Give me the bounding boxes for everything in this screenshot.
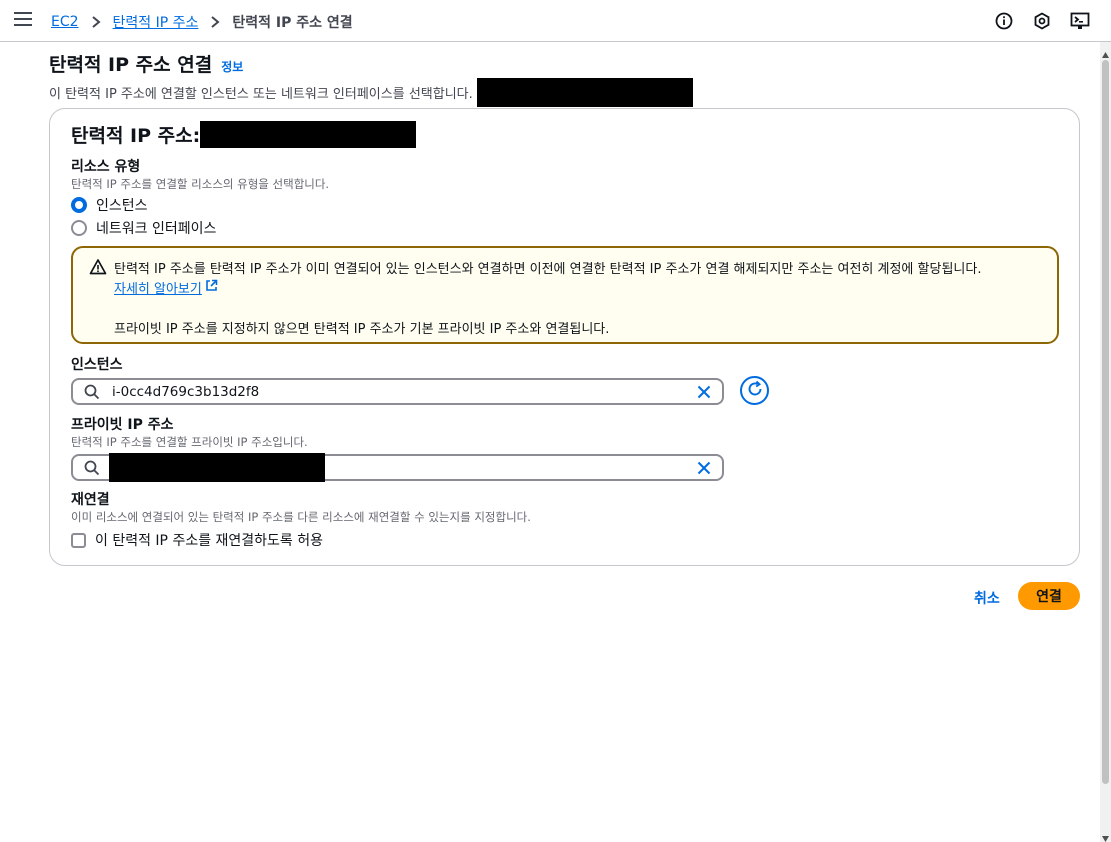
page-header: 탄력적 IP 주소 연결 정보 — [49, 50, 243, 77]
breadcrumb-elastic-ip[interactable]: 탄력적 IP 주소 — [113, 12, 199, 32]
private-ip-description: 탄력적 IP 주소를 연결할 프라이빗 IP 주소입니다. — [71, 435, 308, 449]
topbar-tools — [993, 10, 1091, 32]
info-icon[interactable] — [993, 10, 1015, 32]
menu-icon[interactable] — [14, 12, 32, 28]
reassociate-checkbox-label: 이 탄력적 IP 주소를 재연결하도록 허용 — [95, 533, 324, 549]
warning-icon — [89, 258, 107, 276]
alert-text: 탄력적 IP 주소를 탄력적 IP 주소가 이미 연결되어 있는 인스턴스와 연… — [114, 262, 982, 277]
instance-value: i-0cc4d769c3b13d2f8 — [112, 383, 260, 400]
radio-network-interface[interactable]: 네트워크 인터페이스 — [71, 218, 216, 238]
search-icon — [84, 384, 100, 400]
scrollbar-thumb[interactable] — [1102, 60, 1109, 784]
breadcrumb-current: 탄력적 IP 주소 연결 — [232, 15, 353, 31]
learn-more-link[interactable]: 자세히 알아보기 — [114, 278, 218, 297]
cancel-button[interactable]: 취소 — [968, 586, 1006, 610]
redacted-ip — [200, 121, 417, 148]
resource-type-description: 탄력적 IP 주소를 연결할 리소스의 유형을 선택합니다. — [71, 177, 330, 191]
page-description-text: 이 탄력적 IP 주소에 연결할 인스턴스 또는 네트워크 인터페이스를 선택합… — [49, 87, 473, 102]
chevron-right-icon — [89, 15, 103, 29]
clear-icon[interactable] — [696, 460, 712, 476]
radio-label: 인스턴스 — [96, 198, 148, 214]
learn-more-text[interactable]: 자세히 알아보기 — [114, 278, 202, 297]
resource-type-label: 리소스 유형 — [71, 159, 141, 175]
breadcrumb: EC2 탄력적 IP 주소 탄력적 IP 주소 연결 — [51, 12, 353, 32]
private-ip-label: 프라이빗 IP 주소 — [71, 417, 174, 433]
radio-button-checked[interactable] — [71, 197, 87, 213]
card-title: 탄력적 IP 주소: — [71, 121, 417, 148]
chevron-right-icon — [208, 15, 222, 29]
top-navigation: EC2 탄력적 IP 주소 탄력적 IP 주소 연결 — [0, 0, 1111, 42]
clear-icon[interactable] — [696, 384, 712, 400]
warning-alert: 탄력적 IP 주소를 탄력적 IP 주소가 이미 연결되어 있는 인스턴스와 연… — [71, 246, 1059, 344]
search-icon — [84, 460, 100, 476]
alert-text-secondary: 프라이빗 IP 주소를 지정하지 않으면 탄력적 IP 주소가 기본 프라이빗 … — [114, 322, 610, 337]
info-link[interactable]: 정보 — [221, 58, 243, 75]
instance-label: 인스턴스 — [71, 357, 123, 373]
elastic-ip-card: 탄력적 IP 주소: 리소스 유형 탄력적 IP 주소를 연결할 리소스의 유형… — [49, 108, 1080, 566]
scroll-up-arrow[interactable] — [1102, 46, 1109, 58]
refresh-button[interactable] — [740, 376, 769, 405]
external-link-icon — [205, 279, 218, 296]
reassociate-label: 재연결 — [71, 492, 110, 508]
page-description: 이 탄력적 IP 주소에 연결할 인스턴스 또는 네트워크 인터페이스를 선택합… — [49, 78, 693, 107]
settings-icon[interactable] — [1031, 10, 1053, 32]
reassociate-description: 이미 리소스에 연결되어 있는 탄력적 IP 주소를 다른 리소스에 재연결할 … — [71, 510, 531, 524]
instance-search-input[interactable]: i-0cc4d769c3b13d2f8 — [71, 378, 724, 405]
reassociate-option[interactable]: 이 탄력적 IP 주소를 재연결하도록 허용 — [71, 530, 323, 550]
associate-button[interactable]: 연결 — [1018, 582, 1080, 610]
radio-instance[interactable]: 인스턴스 — [71, 195, 148, 215]
redacted-block — [476, 78, 693, 107]
private-ip-search-input[interactable] — [71, 453, 724, 482]
breadcrumb-ec2[interactable]: EC2 — [51, 14, 79, 30]
redacted-private-ip — [109, 453, 325, 482]
scroll-down-arrow[interactable] — [1102, 830, 1109, 842]
card-title-text: 탄력적 IP 주소: — [71, 125, 201, 147]
page-title: 탄력적 IP 주소 연결 — [49, 54, 213, 76]
refresh-icon — [746, 380, 764, 402]
radio-label: 네트워크 인터페이스 — [96, 221, 217, 237]
cloudshell-icon[interactable] — [1069, 10, 1091, 32]
reassociate-checkbox[interactable] — [71, 532, 86, 548]
radio-button[interactable] — [71, 220, 87, 236]
